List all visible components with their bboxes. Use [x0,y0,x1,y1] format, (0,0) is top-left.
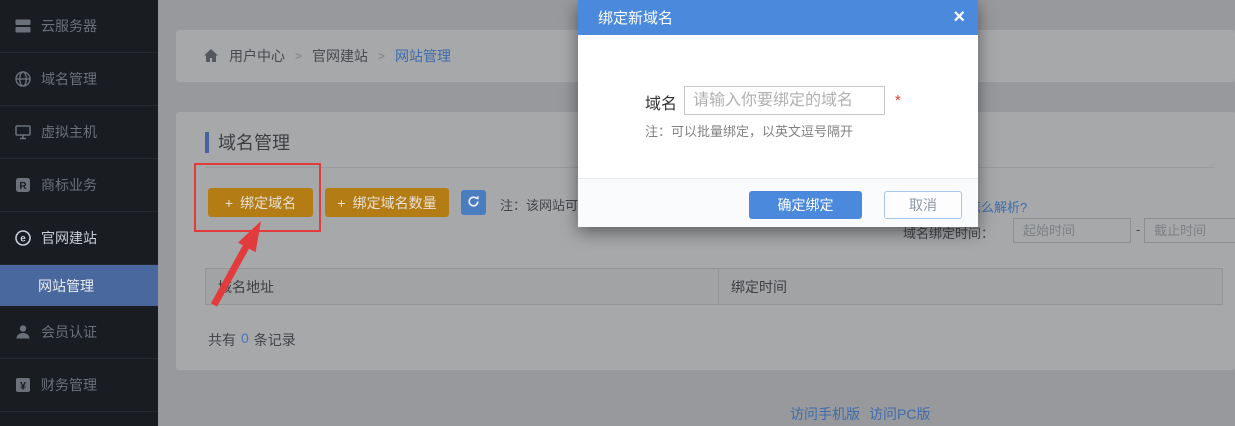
sidebar-subitem-label: 网站管理 [38,276,94,296]
sidebar-item-label: 域名管理 [41,69,97,89]
end-time-input[interactable] [1144,218,1235,243]
record-count: 共有 0 条记录 [208,330,296,350]
sidebar-item-cloud-server[interactable]: 云服务器 [0,0,158,53]
bind-domain-count-label: 绑定域名数量 [353,193,437,213]
sidebar-item-trademark[interactable]: R 商标业务 [0,159,158,212]
pc-version-link[interactable]: 访问PC版 [869,404,930,424]
required-asterisk: * [895,92,901,109]
breadcrumb-home[interactable]: 用户中心 [229,46,285,66]
record-count-prefix: 共有 [208,330,236,350]
breadcrumb-current: 网站管理 [395,46,451,66]
annotation-arrow [198,212,278,312]
sidebar-item-label: 商标业务 [41,175,97,195]
refresh-button[interactable] [461,190,486,215]
svg-text:R: R [19,181,27,192]
breadcrumb-level1[interactable]: 官网建站 [312,46,368,66]
section-title: 域名管理 [205,129,290,155]
plus-icon: + [337,195,345,211]
sidebar-item-label: 官网建站 [41,228,97,248]
footer-links: 访问手机版 访问PC版 [790,404,930,424]
domain-field-label: 域名 [645,90,677,114]
home-icon [203,48,219,64]
svg-text:e: e [20,234,26,245]
domain-table-header: 域名地址 绑定时间 [205,268,1223,305]
cancel-button[interactable]: 取消 [884,191,962,219]
sidebar-item-website-builder[interactable]: e 官网建站 [0,212,158,265]
modal-title: 绑定新域名 [578,7,673,28]
domain-input[interactable] [684,86,885,115]
finance-icon: ¥ [14,376,32,394]
title-accent-bar [205,132,209,153]
sidebar-item-label: 虚拟主机 [41,122,97,142]
sidebar-item-finance[interactable]: ¥ 财务管理 [0,359,158,412]
bind-domain-count-button[interactable]: + 绑定域名数量 [325,188,449,217]
sidebar-item-label: 财务管理 [41,375,97,395]
modal-footer: 确定绑定 取消 [578,178,978,227]
record-count-number: 0 [241,330,249,350]
section-title-text: 域名管理 [218,129,290,155]
start-time-input[interactable] [1013,218,1131,243]
close-icon[interactable]: × [953,6,965,28]
page: 云服务器 域名管理 虚拟主机 R 商标业务 e 官网建站 网 [0,0,1235,426]
sidebar-item-label: 云服务器 [41,16,97,36]
sidebar-item-member-certification[interactable]: 会员认证 [0,306,158,359]
website-icon: e [14,229,32,247]
sidebar-item-label: 会员认证 [41,322,97,342]
host-icon [14,123,32,141]
modal-header: 绑定新域名 × [578,0,978,35]
trademark-icon: R [14,176,32,194]
globe-icon [14,70,32,88]
confirm-bind-button[interactable]: 确定绑定 [749,191,862,219]
svg-text:¥: ¥ [20,381,27,393]
sidebar-item-domain-management[interactable]: 域名管理 [0,53,158,106]
server-icon [14,17,32,35]
breadcrumb-separator: > [295,49,302,63]
sidebar: 云服务器 域名管理 虚拟主机 R 商标业务 e 官网建站 网 [0,0,158,426]
sidebar-subitem-site-management[interactable]: 网站管理 [0,265,158,306]
column-header-domain: 域名地址 [206,269,718,304]
batch-bind-note: 注：可以批量绑定，以英文逗号隔开 [645,121,853,140]
member-icon [14,323,32,341]
record-count-suffix: 条记录 [254,330,296,350]
date-range-dash: - [1136,222,1140,237]
breadcrumb-separator: > [378,49,385,63]
bind-new-domain-modal: 绑定新域名 × 域名 * 注：可以批量绑定，以英文逗号隔开 确定绑定 取消 [578,0,978,227]
refresh-icon [466,194,481,212]
mobile-version-link[interactable]: 访问手机版 [790,404,860,424]
column-header-bind-time: 绑定时间 [718,269,1222,304]
sidebar-item-virtual-host[interactable]: 虚拟主机 [0,106,158,159]
